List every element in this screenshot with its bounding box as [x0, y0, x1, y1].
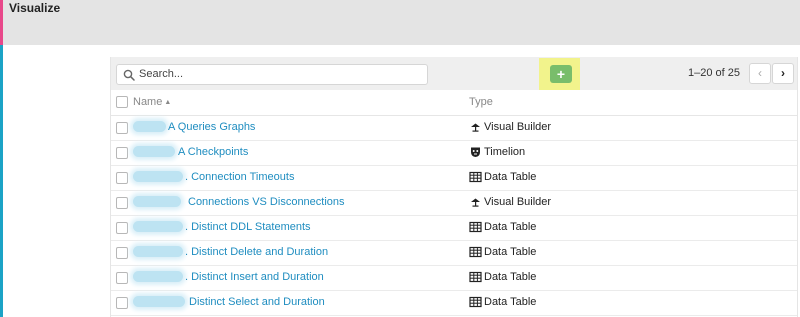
- table-row: . Connection Timeouts Data Table: [111, 165, 797, 191]
- data-table-icon: [469, 221, 482, 233]
- visualization-link[interactable]: A Checkpoints: [178, 146, 248, 158]
- table-row: . Distinct Delete and Duration Data Tabl…: [111, 240, 797, 266]
- visualizations-panel: + 1–20 of 25 ‹ › Name▲ Type A Queries Gr…: [110, 57, 798, 317]
- column-name-label: Name: [133, 96, 163, 108]
- row-checkbox[interactable]: [116, 222, 128, 234]
- side-accent-bar: [0, 45, 3, 317]
- data-table-icon: [469, 246, 482, 258]
- redacted-name-prefix: [133, 171, 183, 182]
- type-label: Visual Builder: [484, 121, 552, 133]
- row-checkbox[interactable]: [116, 197, 128, 209]
- toolbar: + 1–20 of 25 ‹ ›: [111, 57, 797, 90]
- data-table-icon: [469, 296, 482, 308]
- type-label: Timelion: [484, 146, 526, 158]
- redacted-name-prefix: [133, 246, 183, 257]
- visual-builder-icon: [471, 198, 480, 207]
- table-row: . Distinct DDL Statements Data Table: [111, 215, 797, 241]
- next-page-button[interactable]: ›: [772, 63, 794, 84]
- timelion-icon: [471, 147, 480, 157]
- select-all-checkbox[interactable]: [116, 96, 128, 108]
- previous-page-button[interactable]: ‹: [749, 63, 771, 84]
- visualization-link[interactable]: . Distinct Insert and Duration: [185, 271, 324, 283]
- redacted-name-prefix: [133, 121, 166, 132]
- row-checkbox[interactable]: [116, 297, 128, 309]
- visualization-link[interactable]: A Queries Graphs: [168, 121, 255, 133]
- search-input[interactable]: [139, 66, 419, 82]
- search-box[interactable]: [116, 64, 428, 85]
- type-label: Data Table: [484, 271, 537, 283]
- redacted-name-prefix: [133, 146, 175, 157]
- visualization-link[interactable]: Connections VS Disconnections: [188, 196, 345, 208]
- redacted-name-prefix: [133, 296, 185, 307]
- type-label: Data Table: [484, 221, 537, 233]
- column-header-type: Type: [469, 96, 493, 108]
- visualization-link[interactable]: . Connection Timeouts: [185, 171, 294, 183]
- redacted-name-prefix: [133, 271, 183, 282]
- create-visualization-button[interactable]: +: [550, 65, 572, 83]
- type-label: Data Table: [484, 171, 537, 183]
- redacted-name-prefix: [133, 221, 183, 232]
- column-header-name[interactable]: Name ▲: [133, 96, 171, 108]
- row-checkbox[interactable]: [116, 172, 128, 184]
- pagination-range: 1–20 of 25: [688, 67, 740, 79]
- row-checkbox[interactable]: [116, 247, 128, 259]
- table-row: A Queries Graphs Visual Builder: [111, 115, 797, 141]
- data-table-icon: [469, 271, 482, 283]
- sort-ascending-icon: ▲: [164, 99, 172, 106]
- visualization-link[interactable]: Distinct Select and Duration: [189, 296, 325, 308]
- table-row: A Checkpoints Timelion: [111, 140, 797, 166]
- type-label: Visual Builder: [484, 196, 552, 208]
- row-checkbox[interactable]: [116, 122, 128, 134]
- data-table-icon: [469, 171, 482, 183]
- search-icon: [123, 69, 135, 81]
- redacted-name-prefix: [133, 196, 181, 207]
- visual-builder-icon: [471, 123, 480, 132]
- table-header: Name ▲ Type: [111, 90, 797, 116]
- page-header: Visualize: [3, 0, 800, 45]
- table-row: Connections VS Disconnections Visual Bui…: [111, 190, 797, 216]
- table-row: Distinct Select and Duration Data Table: [111, 290, 797, 316]
- visualization-link[interactable]: . Distinct DDL Statements: [185, 221, 311, 233]
- row-checkbox[interactable]: [116, 272, 128, 284]
- type-label: Data Table: [484, 246, 537, 258]
- table-row: . Distinct Insert and Duration Data Tabl…: [111, 265, 797, 291]
- page-title: Visualize: [9, 1, 61, 15]
- visualization-link[interactable]: . Distinct Delete and Duration: [185, 246, 328, 258]
- type-label: Data Table: [484, 296, 537, 308]
- row-checkbox[interactable]: [116, 147, 128, 159]
